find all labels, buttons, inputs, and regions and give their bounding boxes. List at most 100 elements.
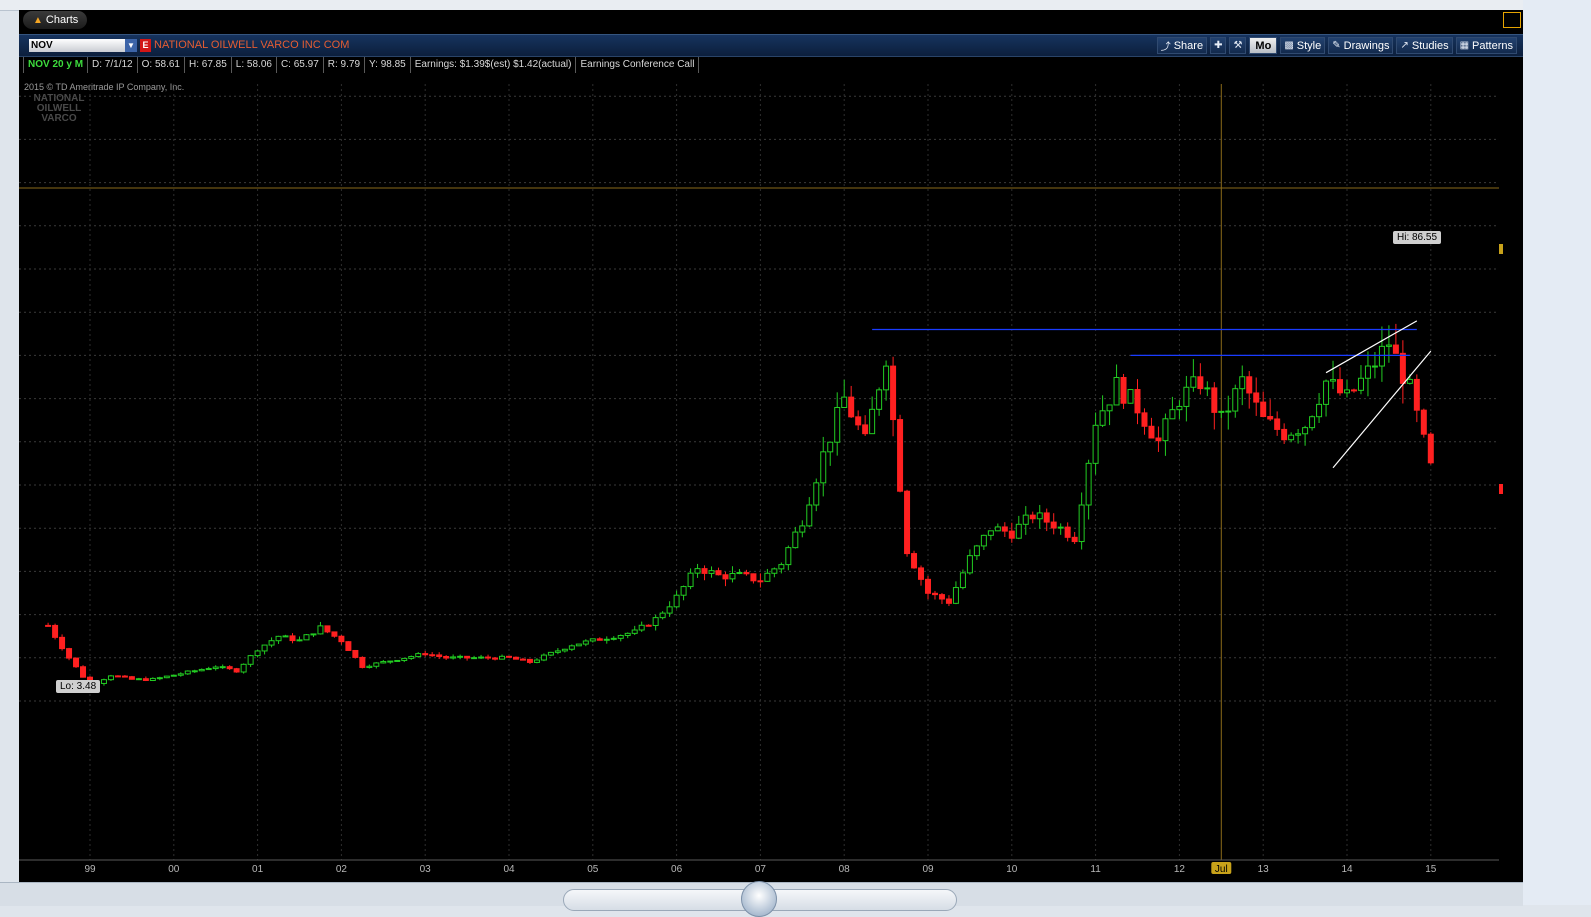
candle-up	[1406, 378, 1413, 384]
candle-down	[506, 655, 512, 658]
candle-up	[533, 659, 540, 663]
symbol-input[interactable]: NOV	[29, 39, 125, 52]
candle-down	[750, 573, 757, 582]
candle-up	[980, 534, 987, 547]
candle-up	[254, 650, 261, 657]
range-value: R: 9.79	[324, 57, 366, 73]
candle-up	[554, 650, 561, 653]
candle-up	[827, 441, 834, 453]
studies-button[interactable]: ↗ Studies	[1396, 37, 1453, 54]
wrench-icon: ⚒	[1233, 40, 1243, 51]
candle-up	[624, 632, 631, 636]
candle-up	[457, 655, 464, 658]
x-tick-label: 08	[839, 864, 851, 875]
y-value: Y: 98.85	[365, 57, 411, 73]
candle-up	[1015, 523, 1022, 539]
candle-down	[121, 675, 128, 678]
candle-down	[80, 666, 87, 678]
crosshair-tool-button[interactable]: ✚	[1210, 37, 1227, 54]
candle-up	[666, 606, 673, 614]
patterns-button[interactable]: ▦ Patterns	[1455, 37, 1517, 54]
candle-up	[1288, 434, 1295, 441]
candle-down	[722, 574, 729, 580]
price-marker	[1499, 244, 1503, 254]
candle-down	[1141, 412, 1148, 427]
candle-up	[317, 625, 324, 635]
style-button[interactable]: ▩ Style	[1280, 37, 1326, 54]
candle-up	[205, 668, 212, 671]
cursor-lines	[19, 84, 1499, 860]
zoom-knob[interactable]	[741, 881, 777, 917]
candle-up	[107, 675, 114, 681]
candle-down	[904, 490, 911, 555]
candle-up	[603, 638, 610, 641]
candles	[45, 323, 1434, 688]
settings-button[interactable]: ⚒	[1229, 37, 1247, 54]
candle-down	[233, 668, 240, 673]
candle-down	[359, 656, 366, 668]
candle-up	[1330, 379, 1337, 382]
candle-up	[673, 594, 680, 608]
candle-down	[226, 666, 233, 670]
candle-up	[582, 640, 589, 645]
candle-up	[1344, 389, 1350, 394]
x-tick-label: 14	[1341, 864, 1353, 875]
candle-up	[547, 651, 554, 656]
candle-up	[1239, 376, 1246, 390]
candle-up	[191, 670, 198, 673]
candle-up	[471, 657, 478, 660]
charts-tab[interactable]: ▲ Charts	[23, 11, 87, 29]
x-tick-label: 12	[1174, 864, 1186, 875]
candle-up	[540, 654, 547, 661]
trendlines	[872, 244, 1503, 494]
candle-down	[897, 419, 904, 492]
candle-up	[450, 656, 457, 659]
candle-down	[1420, 409, 1427, 435]
candle-down	[645, 624, 652, 627]
window-control-box[interactable]	[1503, 12, 1521, 28]
candle-up	[499, 655, 506, 660]
candle-down	[1350, 389, 1357, 392]
candle-up	[373, 662, 380, 667]
candle-up	[401, 657, 408, 661]
candle-up	[694, 568, 701, 574]
candle-down	[436, 654, 443, 657]
candle-down	[938, 594, 945, 600]
patterns-label: Patterns	[1472, 39, 1513, 52]
candle-down	[1029, 514, 1036, 520]
candle-up	[408, 656, 415, 659]
candle-down	[464, 655, 471, 659]
candle-up	[100, 679, 107, 684]
share-button[interactable]: ⤴ Share	[1156, 37, 1208, 54]
x-tick-label: 09	[922, 864, 934, 875]
candle-down	[1399, 352, 1406, 384]
low-annotation: Lo: 3.48	[56, 680, 101, 693]
candle-down	[848, 396, 855, 418]
candle-up	[589, 638, 596, 642]
x-tick-label: 07	[755, 864, 767, 875]
candle-down	[1050, 521, 1057, 529]
candle-up	[876, 389, 883, 410]
drawings-button[interactable]: ✎ Drawings	[1328, 37, 1394, 54]
candle-up	[380, 661, 387, 664]
share-icon: ⤴	[1160, 42, 1171, 53]
candle-down	[1260, 401, 1267, 418]
ohlc-info-bar: NOV 20 y M D: 7/1/12 O: 58.61 H: 67.85 L…	[23, 57, 700, 73]
period-label[interactable]: NOV 20 y M	[23, 57, 89, 73]
close-value: C: 65.97	[277, 57, 324, 73]
candle-up	[170, 674, 177, 677]
candle-up	[841, 396, 848, 408]
mode-button[interactable]: Mo	[1249, 37, 1278, 54]
candle-up	[987, 530, 994, 536]
x-axis: 99 00 01 02 03 04 05 06 07 08 09 10 11 12 13 14 15 Jul	[19, 859, 1499, 875]
candle-down	[1211, 387, 1218, 413]
low-value: L: 58.06	[232, 57, 277, 73]
candle-down	[492, 657, 499, 660]
candle-down	[862, 424, 869, 435]
date-value: D: 7/1/12	[88, 57, 138, 73]
earnings-flag-icon[interactable]: E	[140, 39, 151, 52]
candle-down	[918, 567, 925, 580]
candle-up	[883, 365, 890, 391]
price-chart[interactable]: 99 00 01 02 03 04 05 06 07 08 09 10 11 12 13 14 15 Jul	[19, 74, 1523, 882]
symbol-dropdown-icon[interactable]: ▼	[125, 39, 137, 52]
